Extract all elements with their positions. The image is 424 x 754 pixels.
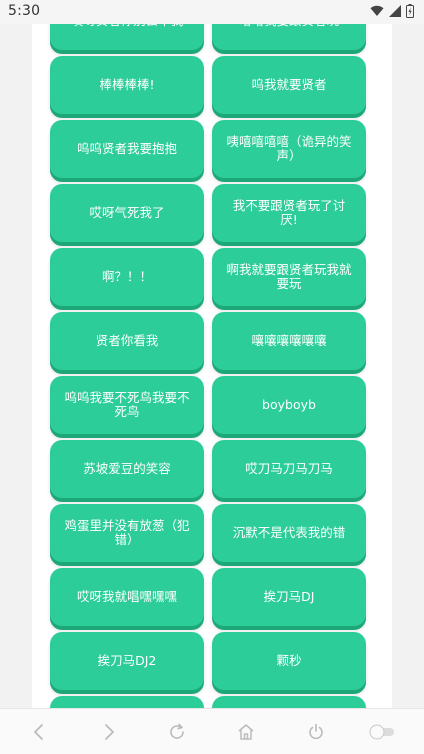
status-time: 5:30 [8, 3, 41, 19]
battery-icon [406, 4, 414, 18]
sound-button[interactable]: 挨刀马DJ2 [50, 632, 204, 690]
sound-button[interactable]: 嚷嚷嚷嚷嚷嚷 [212, 312, 366, 370]
sound-button[interactable] [50, 696, 204, 708]
home-icon[interactable] [233, 719, 259, 745]
sound-button[interactable]: 颗秒 [212, 632, 366, 690]
sound-button[interactable]: 挨刀马DJ [212, 568, 366, 626]
back-arrow-icon[interactable] [26, 719, 52, 745]
sound-button[interactable]: boyboyb [212, 376, 366, 434]
toggle-switch-icon[interactable] [366, 719, 398, 745]
sound-button[interactable]: 呜我就要贤者 [212, 56, 366, 114]
reload-icon[interactable] [164, 719, 190, 745]
sound-button[interactable] [212, 696, 366, 708]
sound-button[interactable]: 我不要跟贤者玩了讨厌! [212, 184, 366, 242]
power-icon[interactable] [303, 719, 329, 745]
sound-button[interactable]: 呜呜贤者我要抱抱 [50, 120, 204, 178]
bottom-nav-bar [0, 708, 424, 754]
sound-button[interactable]: 哎呀贤者你别去干我 [50, 24, 204, 50]
sound-button[interactable]: 哈哈我要跟贤者玩 [212, 24, 366, 50]
sound-button[interactable]: 苏坡爱豆的笑容 [50, 440, 204, 498]
signal-icon [389, 5, 401, 17]
sound-button[interactable]: 呜呜我要不死鸟我要不死鸟 [50, 376, 204, 434]
sound-button[interactable]: 贤者你看我 [50, 312, 204, 370]
sound-button[interactable]: 棒棒棒棒! [50, 56, 204, 114]
sound-button[interactable]: 鸡蛋里并没有放葱（犯错） [50, 504, 204, 562]
sound-button[interactable]: 啊我就要跟贤者玩我就要玩 [212, 248, 366, 306]
wifi-icon [370, 5, 384, 17]
sound-button[interactable]: 沉默不是代表我的错 [212, 504, 366, 562]
sound-button[interactable]: 咦嘻嘻嘻嘻（诡异的笑声） [212, 120, 366, 178]
sound-button[interactable]: 哎呀我就唱嘿嘿嘿 [50, 568, 204, 626]
status-bar: 5:30 [0, 0, 424, 24]
forward-arrow-icon[interactable] [96, 719, 122, 745]
sound-board-panel: 哎呀贤者你别去干我哈哈我要跟贤者玩棒棒棒棒!呜我就要贤者呜呜贤者我要抱抱咦嘻嘻嘻… [32, 24, 392, 708]
status-icons [370, 4, 414, 18]
sound-button[interactable]: 哎呀气死我了 [50, 184, 204, 242]
sound-button[interactable]: 哎刀马刀马刀马 [212, 440, 366, 498]
sound-button[interactable]: 啊？！！ [50, 248, 204, 306]
